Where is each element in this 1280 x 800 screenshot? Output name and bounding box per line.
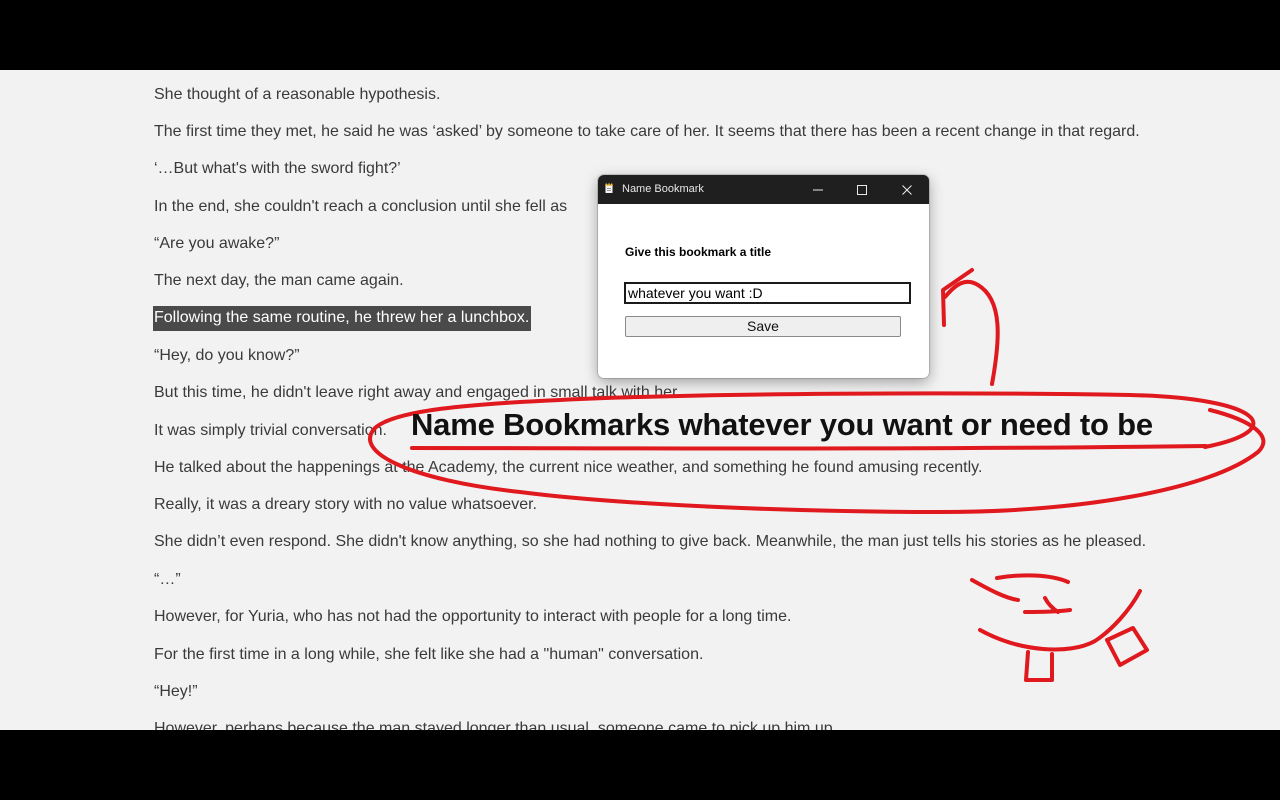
paragraph: She thought of a reasonable hypothesis. bbox=[154, 86, 441, 103]
minimize-button[interactable] bbox=[796, 175, 840, 204]
paragraph: In the end, she couldn't reach a conclus… bbox=[154, 198, 568, 215]
close-button[interactable] bbox=[885, 175, 929, 204]
bookmark-title-input[interactable] bbox=[624, 282, 911, 304]
paragraph: “…” bbox=[154, 571, 181, 588]
app-icon bbox=[605, 182, 613, 193]
dialog-titlebar[interactable]: Name Bookmark bbox=[598, 175, 929, 204]
save-button[interactable]: Save bbox=[625, 316, 901, 337]
paragraph-highlighted: Following the same routine, he threw her… bbox=[153, 306, 532, 331]
annotation-callout: Name Bookmarks whatever you want or need… bbox=[411, 407, 1153, 442]
maximize-button[interactable] bbox=[840, 175, 884, 204]
paragraph: ‘…But what's with the sword fight?’ bbox=[154, 160, 401, 177]
minimize-icon bbox=[813, 189, 823, 190]
name-bookmark-dialog: Name Bookmark Give this bookmark a title… bbox=[598, 175, 929, 378]
paragraph: It was simply trivial conversation. bbox=[154, 422, 387, 439]
paragraph: “Hey, do you know?” bbox=[154, 347, 300, 364]
reader-content: She thought of a reasonable hypothesis. … bbox=[0, 70, 1280, 730]
paragraph: She didn’t even respond. She didn't know… bbox=[154, 533, 1147, 550]
paragraph: But this time, he didn't leave right awa… bbox=[154, 384, 681, 401]
paragraph: However, perhaps because the man stayed … bbox=[154, 720, 838, 730]
paragraph: The next day, the man came again. bbox=[154, 272, 404, 289]
letterbox-top bbox=[0, 0, 1280, 70]
paragraph: “Are you awake?” bbox=[154, 235, 280, 252]
paragraph: “Hey!” bbox=[154, 683, 198, 700]
dialog-title: Name Bookmark bbox=[622, 183, 704, 195]
paragraph: The first time they met, he said he was … bbox=[154, 123, 1140, 140]
dialog-prompt: Give this bookmark a title bbox=[625, 245, 772, 259]
paragraph: For the first time in a long while, she … bbox=[154, 646, 704, 663]
paragraph: However, for Yuria, who has not had the … bbox=[154, 608, 792, 625]
paragraph: Really, it was a dreary story with no va… bbox=[154, 496, 537, 513]
close-icon bbox=[902, 184, 912, 195]
maximize-icon bbox=[857, 184, 867, 195]
letterbox-bottom bbox=[0, 730, 1280, 800]
paragraph: He talked about the happenings at the Ac… bbox=[154, 459, 983, 476]
